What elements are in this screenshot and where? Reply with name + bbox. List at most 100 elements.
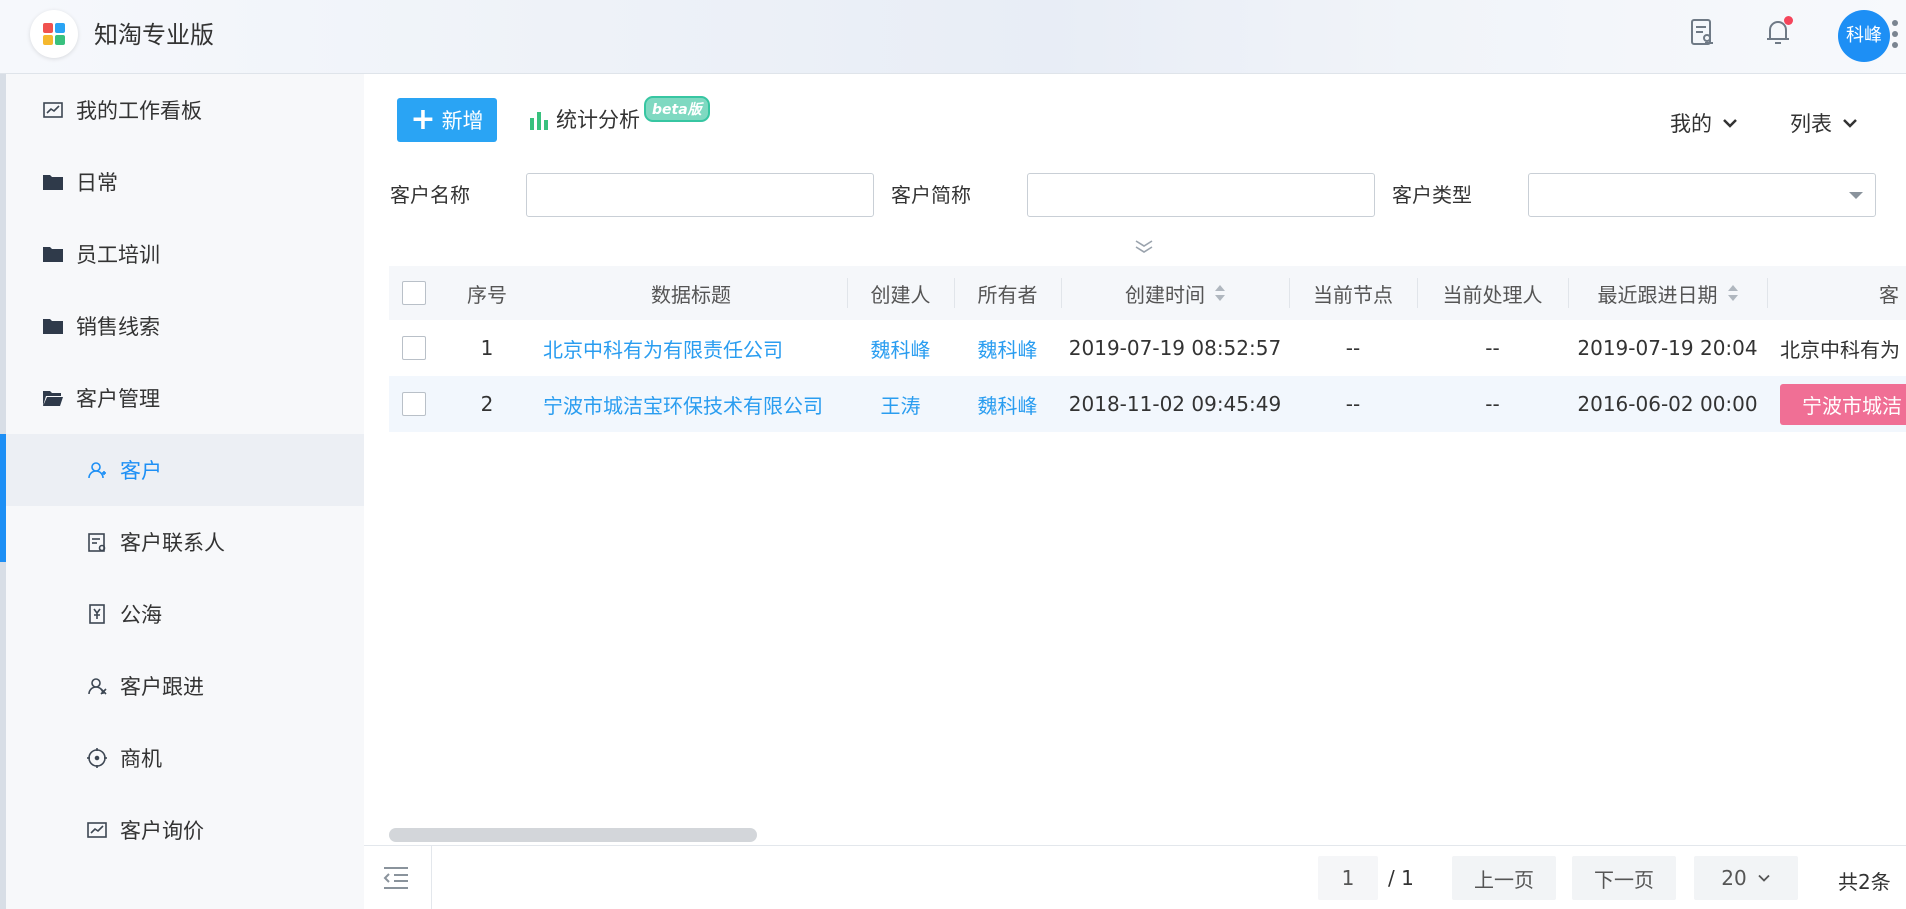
plus-icon: + <box>410 102 436 137</box>
header-last-follow-date-label: 最近跟进日期 <box>1597 282 1718 307</box>
chart-line-icon <box>86 819 108 841</box>
customer-type-select[interactable] <box>1528 173 1876 217</box>
row-creator-link[interactable]: 魏科峰 <box>847 320 954 376</box>
sort-icon[interactable] <box>1727 285 1738 301</box>
stats-analysis-button[interactable]: 统计分析 <box>528 104 640 134</box>
chevron-down-icon <box>1843 119 1857 128</box>
bar-chart-icon <box>528 106 550 132</box>
next-page-button[interactable]: 下一页 <box>1572 856 1676 900</box>
total-pages: / 1 <box>1388 866 1414 890</box>
row-title-link[interactable]: 宁波市城洁宝环保技术有限公司 <box>535 376 847 432</box>
dashboard-chart-icon <box>42 99 64 121</box>
header-current-node[interactable]: 当前节点 <box>1289 266 1417 320</box>
row-index: 1 <box>480 336 494 360</box>
expand-filters-icon[interactable] <box>1132 237 1156 257</box>
sidebar-item-label: 公海 <box>120 603 162 627</box>
user-icon <box>86 459 108 481</box>
customer-name-input[interactable] <box>526 173 874 217</box>
row-created-time: 2019-07-19 08:52:57 <box>1068 336 1282 360</box>
header-created-time-label: 创建时间 <box>1125 282 1205 307</box>
sidebar-item-label: 商机 <box>120 747 162 771</box>
add-new-label: 新增 <box>441 109 484 133</box>
notification-dot <box>1784 16 1793 25</box>
target-icon <box>86 747 108 769</box>
mine-dropdown-label: 我的 <box>1670 112 1712 136</box>
row-checkbox[interactable] <box>402 392 426 416</box>
customer-short-name-input[interactable] <box>1027 173 1375 217</box>
sidebar-item-label: 日常 <box>76 171 118 195</box>
sidebar-item-dashboard[interactable]: 我的工作看板 <box>6 74 364 146</box>
row-owner-link[interactable]: 魏科峰 <box>954 320 1061 376</box>
row-current-handler: -- <box>1485 392 1500 416</box>
row-title-link[interactable]: 北京中科有为有限责任公司 <box>535 320 847 376</box>
row-current-node: -- <box>1345 336 1361 360</box>
row-current-handler: -- <box>1485 336 1500 360</box>
header-created-time[interactable]: 创建时间 <box>1061 266 1289 320</box>
sort-icon[interactable] <box>1215 285 1225 301</box>
chevron-down-icon <box>1723 119 1737 128</box>
app-window: 知淘专业版 科峰 我的工作看板 日常 员工培训 销售线索 客户管理 客户 客户联… <box>0 0 1906 909</box>
sidebar-item-public-pool[interactable]: 公海 <box>6 578 364 650</box>
sidebar-item-leads[interactable]: 销售线索 <box>6 290 364 362</box>
sidebar: 我的工作看板 日常 员工培训 销售线索 客户管理 客户 客户联系人 公海 客户跟… <box>0 74 364 909</box>
more-vertical-icon[interactable] <box>1892 20 1900 56</box>
sidebar-item-training[interactable]: 员工培训 <box>6 218 364 290</box>
collapse-sidebar-button[interactable] <box>364 846 432 909</box>
bell-icon[interactable] <box>1762 16 1794 48</box>
app-logo-icon[interactable] <box>30 10 78 58</box>
yuan-doc-icon <box>86 603 108 625</box>
sidebar-item-label: 客户 <box>120 459 162 483</box>
header-owner[interactable]: 所有者 <box>954 266 1061 320</box>
sidebar-item-follow-up[interactable]: 客户跟进 <box>6 650 364 722</box>
approval-doc-icon[interactable] <box>1686 16 1718 48</box>
page-size-value: 20 <box>1721 866 1747 890</box>
row-select-cell <box>389 320 439 376</box>
table-footer: 1 / 1 上一页 下一页 20 共2条 <box>364 845 1906 909</box>
sidebar-item-label: 客户询价 <box>120 819 204 843</box>
horizontal-scrollbar[interactable] <box>389 828 757 842</box>
row-last-follow-date: 2016-06-02 00:00 <box>1577 392 1758 416</box>
row-creator-link[interactable]: 王涛 <box>847 376 954 432</box>
sidebar-item-customer-mgmt[interactable]: 客户管理 <box>6 362 364 434</box>
header-current-handler[interactable]: 当前处理人 <box>1417 266 1568 320</box>
sidebar-item-label: 客户联系人 <box>120 531 225 555</box>
sidebar-item-opportunity[interactable]: 商机 <box>6 722 364 794</box>
indent-icon <box>383 867 408 889</box>
table-row[interactable]: 2 宁波市城洁宝环保技术有限公司 王涛 魏科峰 2018-11-02 09:45… <box>389 376 1906 432</box>
stats-analysis-label: 统计分析 <box>556 108 640 132</box>
table-row[interactable]: 1 北京中科有为有限责任公司 魏科峰 魏科峰 2019-07-19 08:52:… <box>389 320 1906 376</box>
header-title[interactable]: 数据标题 <box>535 266 847 320</box>
row-owner-link[interactable]: 魏科峰 <box>954 376 1061 432</box>
row-select-cell <box>389 376 439 432</box>
page-size-select[interactable]: 20 <box>1694 856 1798 900</box>
top-header: 知淘专业版 科峰 <box>0 0 1906 74</box>
page-number-input[interactable]: 1 <box>1318 856 1378 900</box>
select-all-checkbox[interactable] <box>402 281 426 305</box>
mine-dropdown[interactable]: 我的 <box>1670 108 1738 138</box>
active-indicator <box>0 434 6 506</box>
customer-short-name-label: 客户简称 <box>891 183 971 207</box>
row-current-node: -- <box>1345 392 1361 416</box>
sidebar-item-label: 销售线索 <box>76 315 160 339</box>
add-new-button[interactable]: + 新增 <box>397 98 497 142</box>
header-customer[interactable]: 客 <box>1767 266 1906 320</box>
main-content: + 新增 统计分析 beta版 我的 列表 客户名称 客户简称 客户类型 序号 … <box>364 74 1906 909</box>
sidebar-item-label: 我的工作看板 <box>76 99 202 123</box>
header-creator[interactable]: 创建人 <box>847 266 954 320</box>
user-avatar[interactable]: 科峰 <box>1838 10 1890 62</box>
app-title: 知淘专业版 <box>94 21 214 49</box>
sidebar-item-customer[interactable]: 客户 <box>0 434 364 506</box>
header-last-follow-date[interactable]: 最近跟进日期 <box>1568 266 1767 320</box>
prev-page-button[interactable]: 上一页 <box>1452 856 1556 900</box>
customer-tag[interactable]: 宁波市城洁 <box>1780 383 1906 425</box>
view-dropdown-label: 列表 <box>1790 112 1832 136</box>
sidebar-item-label: 客户管理 <box>76 387 160 411</box>
sidebar-item-inquiry[interactable]: 客户询价 <box>6 794 364 866</box>
total-count: 共2条 <box>1838 870 1891 894</box>
view-dropdown[interactable]: 列表 <box>1790 108 1858 138</box>
chevron-down-icon <box>1758 874 1770 882</box>
sidebar-item-daily[interactable]: 日常 <box>6 146 364 218</box>
customer-type-label: 客户类型 <box>1392 183 1472 207</box>
row-checkbox[interactable] <box>402 336 426 360</box>
sidebar-item-contacts[interactable]: 客户联系人 <box>6 506 364 578</box>
